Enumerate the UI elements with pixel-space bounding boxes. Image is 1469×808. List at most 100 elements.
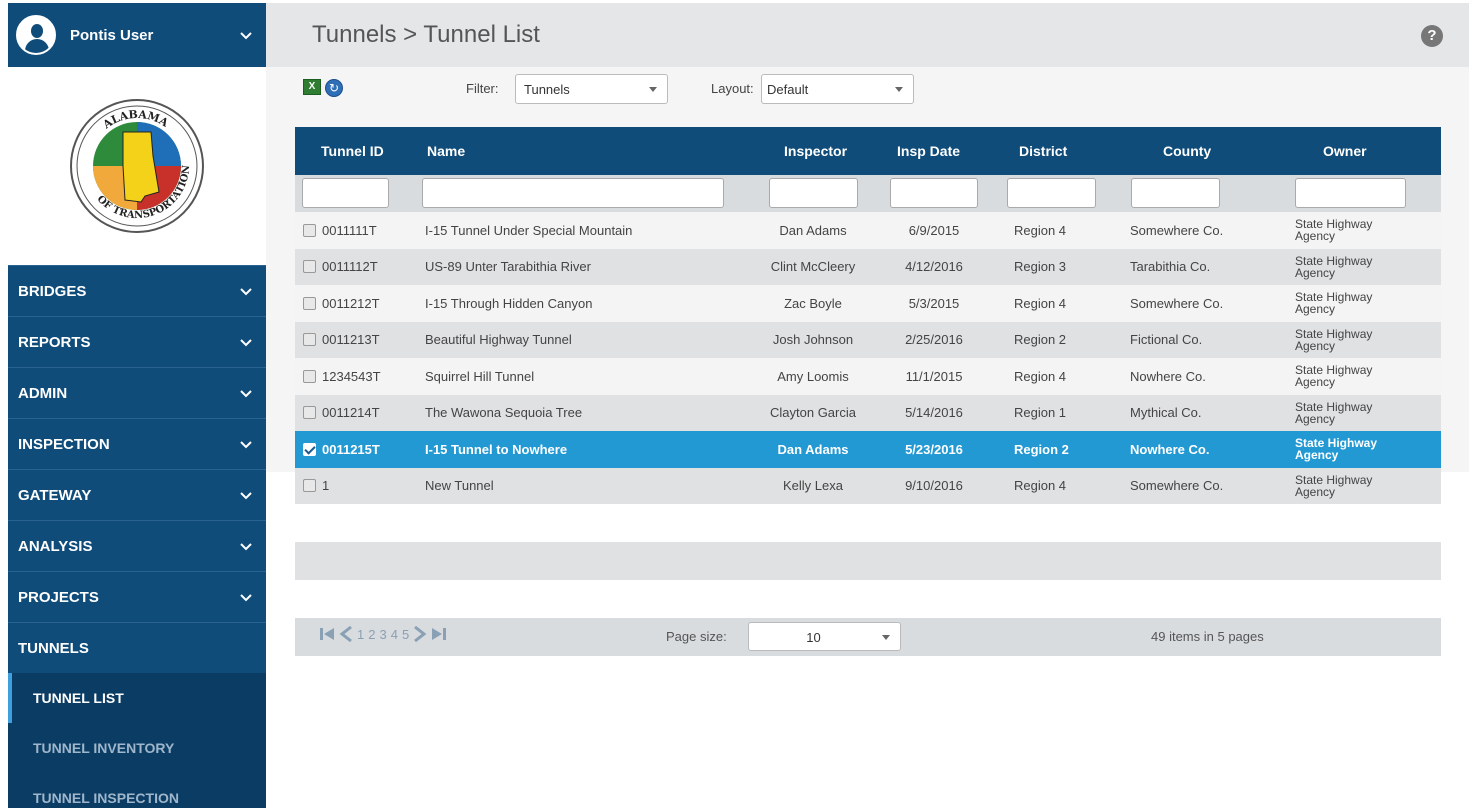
table-row[interactable]: 0011111T I-15 Tunnel Under Special Mounta… <box>295 212 1441 249</box>
table-row[interactable]: 0011112T US-89 Unter Tarabithia River Clin… <box>295 248 1441 286</box>
filter-select[interactable]: Tunnels <box>515 74 668 104</box>
filter-input-county[interactable] <box>1131 178 1220 208</box>
prev-page-icon[interactable] <box>339 626 353 642</box>
cell-inspector: Amy Loomis <box>768 358 858 395</box>
nav-item-admin[interactable]: ADMIN <box>8 367 266 418</box>
column-header-name[interactable]: Name <box>427 127 465 175</box>
cell-inspector: Dan Adams <box>768 431 858 468</box>
chevron-down-icon <box>226 487 266 503</box>
table-row[interactable]: 0011215T I-15 Tunnel to Nowhere Dan Adams 5… <box>295 431 1441 468</box>
cell-county-text: Nowhere Co. <box>1130 368 1206 384</box>
column-header-county[interactable]: County <box>1163 127 1211 175</box>
page-number-link[interactable]: 3 <box>379 627 386 642</box>
nav-item-analysis[interactable]: ANALYSIS <box>8 520 266 571</box>
next-page-icon[interactable] <box>413 626 427 642</box>
user-menu[interactable]: Pontis User <box>8 3 266 67</box>
last-page-icon[interactable] <box>431 626 447 642</box>
row-checkbox[interactable] <box>303 260 316 274</box>
row-checkbox[interactable] <box>303 369 316 383</box>
sidebar: Pontis User ALABAMA OF TRANSPORTATION BR… <box>8 3 266 808</box>
page-number-link[interactable]: 4 <box>391 627 398 642</box>
cell-tunnel-id: 0011214T <box>303 395 380 432</box>
table-row[interactable]: 0011212T I-15 Through Hidden Canyon Zac Bo… <box>295 285 1441 322</box>
nav-item-bridges[interactable]: BRIDGES <box>8 265 266 316</box>
subnav-item-tunnel-inventory[interactable]: TUNNEL INVENTORY <box>8 723 266 773</box>
first-page-icon[interactable] <box>319 626 335 642</box>
nav-item-label: BRIDGES <box>18 282 87 300</box>
refresh-icon[interactable]: ↻ <box>325 79 343 97</box>
filter-row <box>295 175 1441 212</box>
cell-name: Squirrel Hill Tunnel <box>425 358 534 395</box>
column-header-insp-date[interactable]: Insp Date <box>897 127 960 175</box>
nav-list: BRIDGES REPORTS ADMIN INSPECTION GATEWAY ANAL… <box>8 265 266 673</box>
cell-tunnel-id: 0011111T <box>303 212 377 249</box>
row-checkbox[interactable] <box>303 479 316 493</box>
cell-district: Region 1 <box>1014 395 1066 432</box>
row-checkbox[interactable] <box>303 333 316 347</box>
filter-input-insp-date[interactable] <box>890 178 978 208</box>
chevron-down-icon <box>226 538 266 554</box>
filter-input-name[interactable] <box>422 178 724 208</box>
cell-owner: State Highway Agency <box>1295 322 1395 359</box>
page-number-link[interactable]: 2 <box>368 627 375 642</box>
nav-item-label: GATEWAY <box>18 486 92 504</box>
cell-tunnel-id: 0011215T <box>303 431 380 468</box>
nav-item-tunnels[interactable]: TUNNELS <box>8 622 266 673</box>
chevron-down-icon <box>226 385 266 401</box>
page-number-link[interactable]: 5 <box>402 627 409 642</box>
toolbar-icons: X ↻ <box>303 79 343 97</box>
cell-insp-date: 9/10/2016 <box>889 468 979 505</box>
table-row[interactable]: 1234543T Squirrel Hill Tunnel Amy Loomis 11… <box>295 358 1441 395</box>
column-header-owner[interactable]: Owner <box>1323 127 1367 175</box>
table-row[interactable]: 1 New Tunnel Kelly Lexa 9/10/2016 Region 4 So… <box>295 467 1441 505</box>
filter-input-owner[interactable] <box>1295 178 1406 208</box>
user-name: Pontis User <box>70 26 154 44</box>
column-header-district[interactable]: District <box>1019 127 1067 175</box>
cell-name-text: I-15 Tunnel to Nowhere <box>425 441 568 457</box>
column-header-inspector[interactable]: Inspector <box>784 127 847 175</box>
cell-insp-date-text: 4/12/2016 <box>905 259 963 275</box>
aldot-seal-icon: ALABAMA OF TRANSPORTATION <box>70 99 204 233</box>
layout-select[interactable]: Default <box>761 74 914 104</box>
nav-item-gateway[interactable]: GATEWAY <box>8 469 266 520</box>
help-icon[interactable]: ? <box>1421 25 1443 47</box>
cell-district: Region 4 <box>1014 285 1066 322</box>
cell-district-text: Region 3 <box>1014 259 1067 275</box>
nav-item-projects[interactable]: PROJECTS <box>8 571 266 622</box>
cell-tunnel-id: 1 <box>303 468 329 505</box>
nav-item-reports[interactable]: REPORTS <box>8 316 266 367</box>
page-header: Tunnels > Tunnel List ? <box>266 3 1469 67</box>
cell-insp-date: 5/14/2016 <box>889 395 979 432</box>
cell-county-text: Fictional Co. <box>1130 332 1203 348</box>
filter-input-district[interactable] <box>1007 178 1096 208</box>
subnav-item-tunnel-list[interactable]: TUNNEL LIST <box>8 673 266 723</box>
cell-owner: State Highway Agency <box>1295 212 1395 249</box>
row-checkbox[interactable] <box>303 406 316 420</box>
excel-export-icon[interactable]: X <box>303 79 321 95</box>
table-row[interactable]: 0011213T Beautiful Highway Tunnel Josh Joh… <box>295 321 1441 359</box>
chevron-down-icon <box>226 27 266 43</box>
table-row[interactable]: 0011214T The Wawona Sequoia Tree Clayton G… <box>295 394 1441 432</box>
nav-item-inspection[interactable]: INSPECTION <box>8 418 266 469</box>
row-checkbox[interactable] <box>303 296 316 310</box>
cell-district-text: Region 2 <box>1014 332 1067 348</box>
row-checkbox[interactable] <box>303 223 316 237</box>
grid-header: Tunnel ID Name Inspector Insp Date Distr… <box>295 127 1441 175</box>
cell-county-text: Somewhere Co. <box>1130 295 1224 311</box>
subnav-item-tunnel-inspection[interactable]: TUNNEL INSPECTION <box>8 773 266 808</box>
cell-insp-date-text: 2/25/2016 <box>905 332 963 348</box>
filter-input-inspector[interactable] <box>769 178 858 208</box>
page-number-link[interactable]: 1 <box>357 627 364 642</box>
filter-input-tunnel-id[interactable] <box>302 178 389 208</box>
row-checkbox[interactable] <box>303 442 316 456</box>
cell-district: Region 3 <box>1014 249 1066 286</box>
app: Pontis User ALABAMA OF TRANSPORTATION BR… <box>0 0 1469 808</box>
cell-district: Region 4 <box>1014 468 1066 505</box>
cell-owner-text: State Highway Agency <box>1295 399 1373 426</box>
cell-insp-date: 5/3/2015 <box>889 285 979 322</box>
cell-inspector: Kelly Lexa <box>768 468 858 505</box>
column-header-tunnel-id[interactable]: Tunnel ID <box>321 127 384 175</box>
page-size-select[interactable]: 10 <box>748 622 901 651</box>
pager: 12345 Page size: 10 49 items in 5 pages <box>295 618 1441 656</box>
cell-insp-date-text: 11/1/2015 <box>905 368 963 384</box>
